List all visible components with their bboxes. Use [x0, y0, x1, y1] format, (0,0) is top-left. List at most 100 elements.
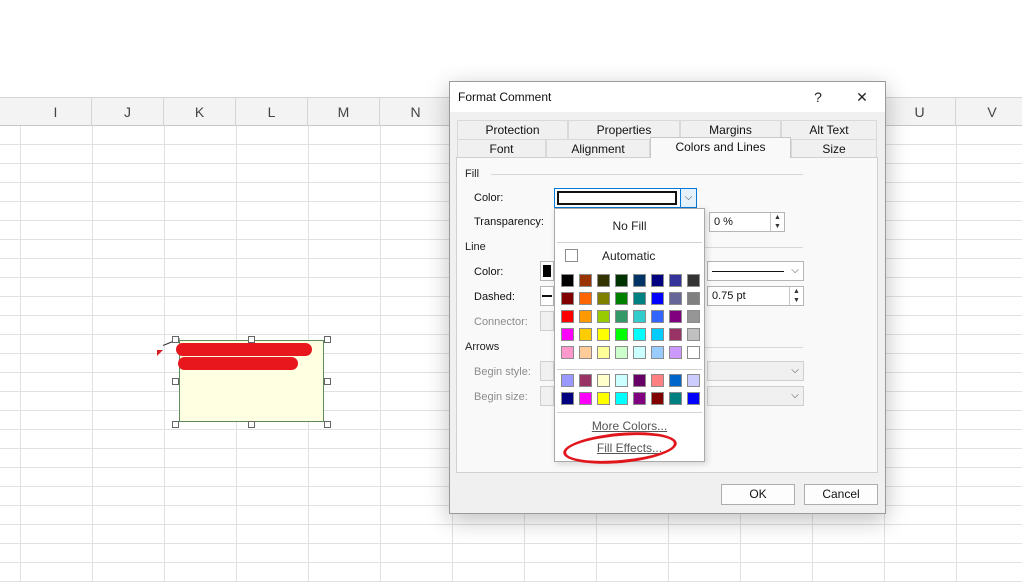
- color-swatch[interactable]: [579, 274, 592, 287]
- column-header-u[interactable]: U: [884, 98, 956, 126]
- column-header-m[interactable]: M: [308, 98, 380, 126]
- resize-handle[interactable]: [248, 336, 255, 343]
- color-swatch[interactable]: [597, 292, 610, 305]
- line-style-dropdown[interactable]: ⌵: [707, 261, 804, 281]
- color-swatch[interactable]: [597, 274, 610, 287]
- color-swatch[interactable]: [615, 292, 628, 305]
- color-swatch[interactable]: [633, 274, 646, 287]
- color-swatch[interactable]: [633, 310, 646, 323]
- transparency-spinner[interactable]: 0 % ▲ ▼: [709, 212, 785, 232]
- color-swatch[interactable]: [669, 346, 682, 359]
- color-swatch[interactable]: [615, 346, 628, 359]
- color-swatch[interactable]: [561, 346, 574, 359]
- resize-handle[interactable]: [324, 421, 331, 428]
- tab-font[interactable]: Font: [457, 139, 546, 158]
- line-color-dropdown[interactable]: [540, 261, 554, 281]
- spinner-arrows-icon[interactable]: ▲ ▼: [770, 213, 784, 231]
- color-swatch[interactable]: [651, 310, 664, 323]
- color-swatch[interactable]: [579, 346, 592, 359]
- color-swatch[interactable]: [669, 274, 682, 287]
- resize-handle[interactable]: [172, 378, 179, 385]
- color-swatch[interactable]: [669, 292, 682, 305]
- column-header-i[interactable]: I: [20, 98, 92, 126]
- ok-button[interactable]: OK: [721, 484, 795, 505]
- color-swatch[interactable]: [669, 328, 682, 341]
- color-swatch[interactable]: [561, 374, 574, 387]
- color-swatch[interactable]: [633, 346, 646, 359]
- color-swatch[interactable]: [633, 292, 646, 305]
- color-swatch[interactable]: [669, 310, 682, 323]
- automatic-option[interactable]: Automatic: [602, 249, 655, 263]
- help-button[interactable]: ?: [798, 82, 838, 112]
- color-swatch[interactable]: [579, 310, 592, 323]
- color-swatch[interactable]: [633, 328, 646, 341]
- no-fill-option[interactable]: No Fill: [555, 219, 704, 233]
- color-swatch[interactable]: [561, 392, 574, 405]
- tab-size[interactable]: Size: [791, 139, 877, 158]
- fill-effects-option[interactable]: Fill Effects...: [555, 441, 704, 455]
- color-swatch[interactable]: [669, 374, 682, 387]
- line-weight-spinner[interactable]: 0.75 pt ▲ ▼: [707, 286, 804, 306]
- color-swatch[interactable]: [615, 328, 628, 341]
- color-swatch[interactable]: [597, 346, 610, 359]
- color-swatch[interactable]: [687, 392, 700, 405]
- tab-alt-text[interactable]: Alt Text: [781, 120, 877, 139]
- resize-handle[interactable]: [248, 421, 255, 428]
- color-swatch[interactable]: [651, 328, 664, 341]
- color-swatch[interactable]: [579, 374, 592, 387]
- color-swatch[interactable]: [561, 328, 574, 341]
- line-section-label: Line: [465, 241, 486, 253]
- color-swatch[interactable]: [579, 328, 592, 341]
- comment-box[interactable]: [176, 340, 324, 422]
- color-swatch[interactable]: [579, 292, 592, 305]
- resize-handle[interactable]: [172, 421, 179, 428]
- column-header-v[interactable]: V: [956, 98, 1022, 126]
- color-swatch[interactable]: [651, 392, 664, 405]
- color-swatch[interactable]: [687, 310, 700, 323]
- chevron-down-icon[interactable]: ⌵: [787, 262, 803, 280]
- dashed-dropdown[interactable]: [540, 286, 554, 306]
- color-swatch[interactable]: [597, 310, 610, 323]
- color-swatch[interactable]: [633, 392, 646, 405]
- color-swatch[interactable]: [633, 374, 646, 387]
- color-swatch[interactable]: [615, 374, 628, 387]
- resize-handle[interactable]: [172, 336, 179, 343]
- column-header-j[interactable]: J: [92, 98, 164, 126]
- color-swatch[interactable]: [651, 292, 664, 305]
- color-swatch[interactable]: [615, 274, 628, 287]
- color-swatch[interactable]: [651, 374, 664, 387]
- color-swatch[interactable]: [669, 392, 682, 405]
- color-swatch[interactable]: [561, 274, 574, 287]
- color-swatch[interactable]: [561, 310, 574, 323]
- color-swatch[interactable]: [651, 274, 664, 287]
- color-swatch[interactable]: [687, 374, 700, 387]
- color-swatch[interactable]: [687, 346, 700, 359]
- resize-handle[interactable]: [324, 336, 331, 343]
- title-bar[interactable]: Format Comment ? ✕: [450, 82, 885, 112]
- begin-size-label: Begin size:: [474, 391, 528, 403]
- color-swatch[interactable]: [597, 374, 610, 387]
- chevron-down-icon[interactable]: ⌵: [680, 189, 696, 207]
- spinner-arrows-icon[interactable]: ▲ ▼: [789, 287, 803, 305]
- color-swatch[interactable]: [615, 392, 628, 405]
- color-swatch[interactable]: [579, 392, 592, 405]
- fill-color-dropdown[interactable]: ⌵: [554, 188, 697, 208]
- column-header-k[interactable]: K: [164, 98, 236, 126]
- column-header-n[interactable]: N: [380, 98, 452, 126]
- tab-colors-and-lines[interactable]: Colors and Lines: [650, 137, 791, 158]
- tab-alignment[interactable]: Alignment: [546, 139, 650, 158]
- close-button[interactable]: ✕: [842, 82, 882, 112]
- cancel-button[interactable]: Cancel: [804, 484, 878, 505]
- color-swatch[interactable]: [615, 310, 628, 323]
- more-colors-option[interactable]: More Colors...: [555, 419, 704, 433]
- color-swatch[interactable]: [561, 292, 574, 305]
- color-swatch[interactable]: [597, 392, 610, 405]
- column-header-l[interactable]: L: [236, 98, 308, 126]
- tab-protection[interactable]: Protection: [457, 120, 568, 139]
- color-swatch[interactable]: [687, 292, 700, 305]
- color-swatch[interactable]: [651, 346, 664, 359]
- color-swatch[interactable]: [597, 328, 610, 341]
- resize-handle[interactable]: [324, 378, 331, 385]
- color-swatch[interactable]: [687, 274, 700, 287]
- color-swatch[interactable]: [687, 328, 700, 341]
